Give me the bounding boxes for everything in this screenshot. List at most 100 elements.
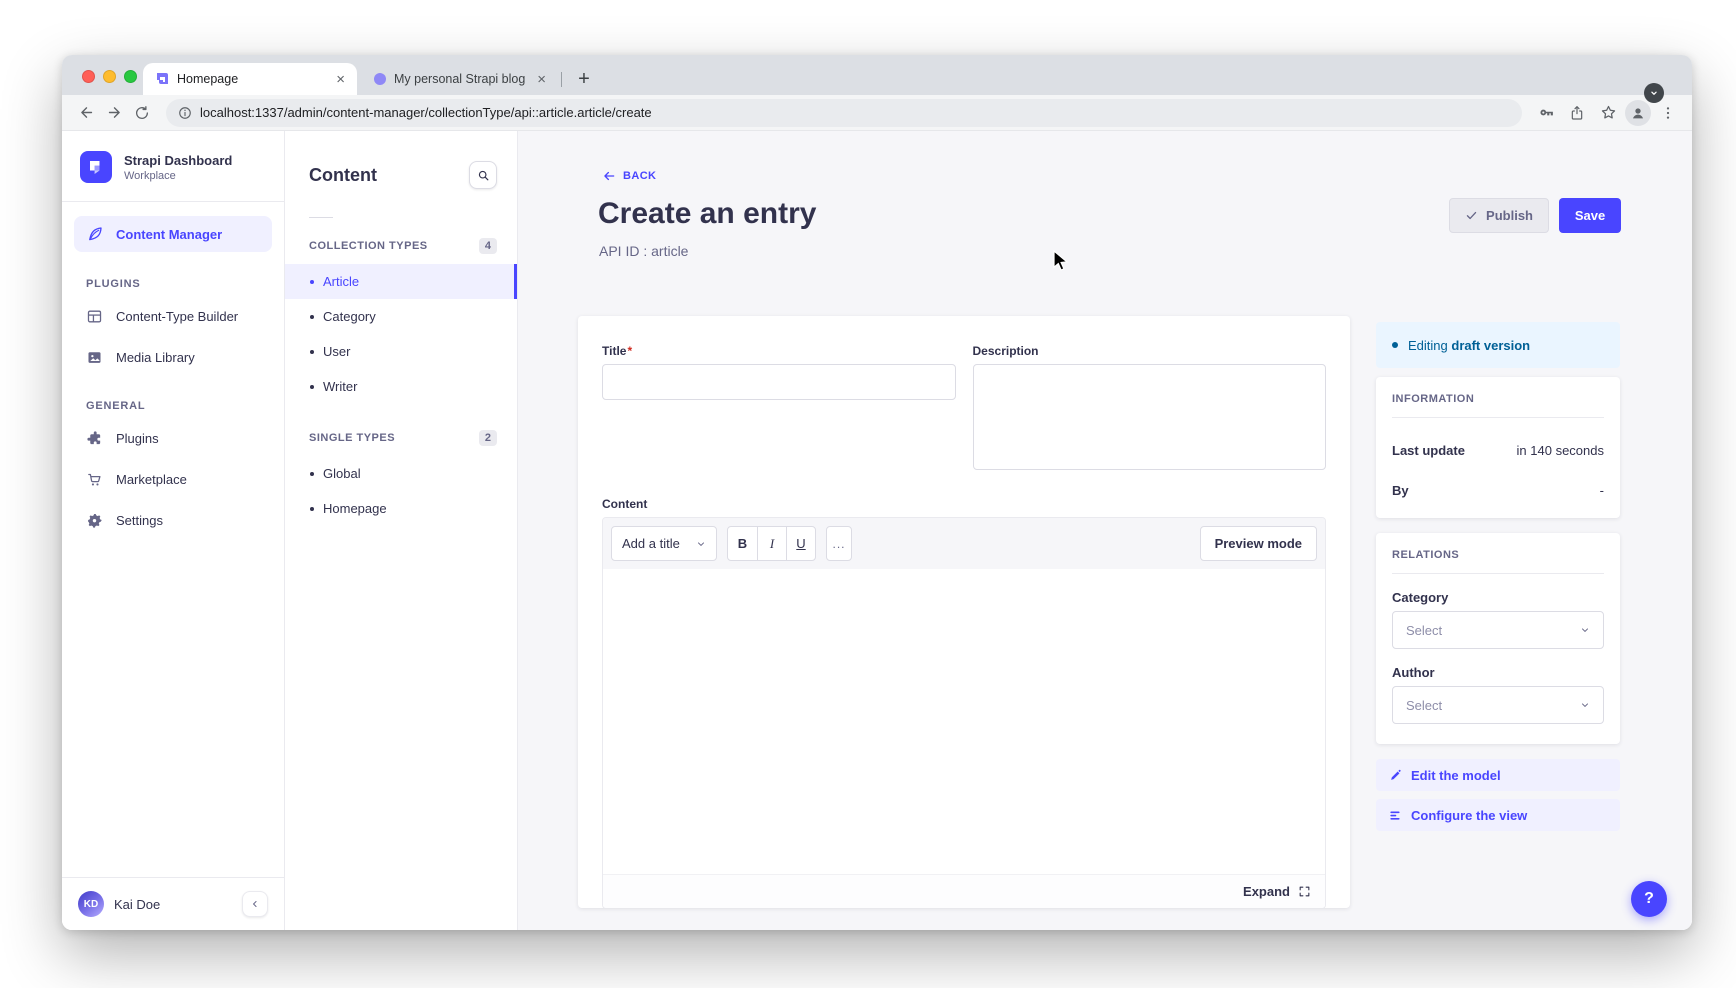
expand-label: Expand <box>1243 884 1290 899</box>
save-button[interactable]: Save <box>1559 198 1621 233</box>
add-title-dropdown[interactable]: Add a title <box>611 526 717 561</box>
single-types-header: SINGLE TYPES 2 <box>285 404 517 456</box>
forward-button[interactable] <box>100 99 128 127</box>
title-input[interactable] <box>602 364 956 400</box>
puzzle-icon <box>86 430 103 447</box>
description-textarea[interactable] <box>973 364 1327 470</box>
new-tab-button[interactable]: + <box>569 64 599 94</box>
sidebar-item-settings[interactable]: Settings <box>62 500 284 541</box>
close-window-button[interactable] <box>82 70 95 83</box>
tab-close-icon[interactable]: × <box>336 72 345 87</box>
tab-search-chevron-icon[interactable] <box>1644 83 1664 103</box>
editor-footer: Expand <box>603 874 1325 908</box>
user-avatar[interactable]: KD <box>78 891 104 917</box>
sidebar-footer: KD Kai Doe <box>62 877 284 930</box>
strapi-favicon-icon <box>155 72 169 86</box>
category-select[interactable]: Select <box>1392 611 1604 649</box>
by-label: By <box>1392 483 1409 498</box>
strapi-logo-icon <box>80 151 112 183</box>
bullet-icon <box>310 280 314 284</box>
subnav-item-label: Writer <box>323 379 357 394</box>
subnav-item-article[interactable]: Article <box>285 264 517 299</box>
cart-icon <box>86 471 103 488</box>
site-info-icon[interactable] <box>178 106 192 120</box>
minimize-window-button[interactable] <box>103 70 116 83</box>
reload-button[interactable] <box>128 99 156 127</box>
back-button[interactable] <box>72 99 100 127</box>
configure-view-button[interactable]: Configure the view <box>1376 799 1620 831</box>
add-title-label: Add a title <box>622 536 680 551</box>
title-field-label: Title* <box>602 344 956 358</box>
sidebar-item-label: Media Library <box>116 350 195 365</box>
sidebar-divider <box>62 201 284 202</box>
back-link[interactable]: BACK <box>602 169 656 183</box>
tab-homepage[interactable]: Homepage × <box>143 63 357 95</box>
editor-text-area[interactable] <box>603 569 1325 874</box>
subnav-item-user[interactable]: User <box>285 334 517 369</box>
editing-prefix: Editing <box>1408 338 1448 353</box>
last-update-value: in 140 seconds <box>1517 443 1604 458</box>
help-button[interactable]: ? <box>1631 881 1667 917</box>
workspace-brand[interactable]: Strapi Dashboard Workplace <box>62 131 284 201</box>
user-name: Kai Doe <box>114 897 232 912</box>
sidebar-item-label: Plugins <box>116 431 159 446</box>
editing-emphasis: draft version <box>1451 338 1530 353</box>
select-placeholder: Select <box>1406 623 1442 638</box>
sidebar-item-plugins[interactable]: Plugins <box>62 418 284 459</box>
bullet-icon <box>310 350 314 354</box>
more-formats-button[interactable]: ... <box>826 526 852 561</box>
bookmark-star-icon[interactable] <box>1594 99 1622 127</box>
toolbar-actions <box>1532 99 1682 127</box>
password-key-icon[interactable] <box>1532 99 1560 127</box>
browser-toolbar: localhost:1337/admin/content-manager/col… <box>62 95 1692 131</box>
subnav-item-global[interactable]: Global <box>285 456 517 491</box>
information-card: INFORMATION Last update in 140 seconds B… <box>1376 377 1620 518</box>
preview-mode-button[interactable]: Preview mode <box>1200 526 1317 561</box>
content-field-label: Content <box>602 497 1326 511</box>
profile-avatar-icon[interactable] <box>1625 100 1651 126</box>
window-controls <box>82 70 137 83</box>
back-label: BACK <box>623 170 656 182</box>
brand-name: Strapi Dashboard <box>124 153 232 168</box>
category-label: Category <box>1392 590 1604 605</box>
italic-button[interactable]: I <box>757 527 786 560</box>
bold-button[interactable]: B <box>728 527 757 560</box>
tab-close-icon[interactable]: × <box>537 72 546 87</box>
publish-button[interactable]: Publish <box>1449 198 1549 233</box>
sidebar-item-media-library[interactable]: Media Library <box>62 337 284 378</box>
zoom-window-button[interactable] <box>124 70 137 83</box>
subnav-item-label: Global <box>323 466 361 481</box>
search-button[interactable] <box>469 161 497 189</box>
subnav-item-category[interactable]: Category <box>285 299 517 334</box>
underline-button[interactable]: U <box>786 527 815 560</box>
sidebar-item-marketplace[interactable]: Marketplace <box>62 459 284 500</box>
edit-model-button[interactable]: Edit the model <box>1376 759 1620 791</box>
check-icon <box>1465 209 1478 222</box>
sidebar-item-content-type-builder[interactable]: Content-Type Builder <box>62 296 284 337</box>
collapse-sidebar-button[interactable] <box>242 891 268 917</box>
author-select[interactable]: Select <box>1392 686 1604 724</box>
status-dot-icon <box>1392 342 1398 348</box>
expand-icon[interactable] <box>1298 885 1311 898</box>
by-row: By - <box>1392 483 1604 498</box>
browser-tab-strip: Homepage × My personal Strapi blog | Str… <box>62 55 1692 95</box>
sidebar-item-content-manager[interactable]: Content Manager <box>74 216 272 252</box>
bullet-icon <box>310 507 314 511</box>
configure-lines-icon <box>1389 809 1402 822</box>
feather-pen-icon <box>86 225 104 243</box>
image-icon <box>86 349 103 366</box>
subnav-item-homepage[interactable]: Homepage <box>285 491 517 526</box>
information-title: INFORMATION <box>1392 393 1604 405</box>
subnav-item-label: Article <box>323 274 359 289</box>
address-bar[interactable]: localhost:1337/admin/content-manager/col… <box>166 99 1522 127</box>
subnav-item-writer[interactable]: Writer <box>285 369 517 404</box>
main-sidebar: Strapi Dashboard Workplace Content Manag… <box>62 131 285 930</box>
browser-window: Homepage × My personal Strapi blog | Str… <box>62 55 1692 930</box>
side-panel: Editing draft version INFORMATION Last u… <box>1376 322 1620 831</box>
chevron-down-icon <box>1580 700 1590 710</box>
share-icon[interactable] <box>1563 99 1591 127</box>
entry-form-card: Title* Description Content Add a title <box>578 316 1350 908</box>
tab-strapi-blog[interactable]: My personal Strapi blog | Strap × <box>364 63 556 95</box>
browser-menu-icon[interactable] <box>1654 99 1682 127</box>
by-value: - <box>1600 483 1604 498</box>
